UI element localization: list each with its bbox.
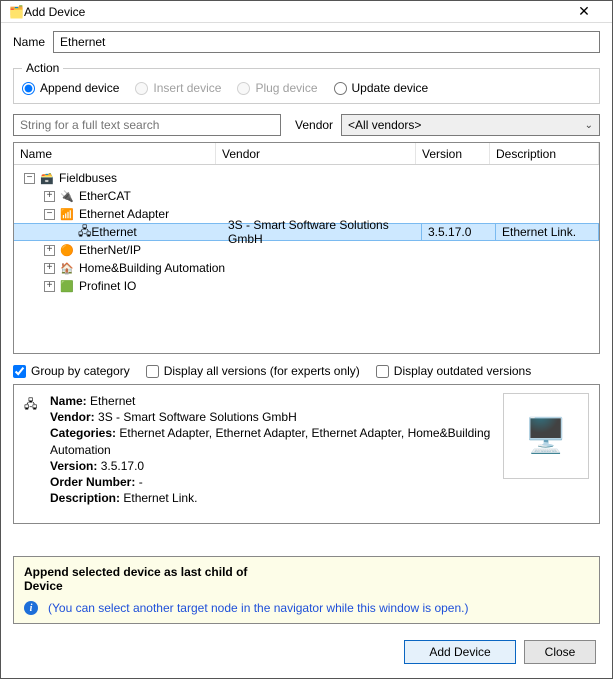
- details-panel: 🖧 Name: Ethernet Vendor: 3S - Smart Soft…: [13, 384, 600, 524]
- collapse-icon[interactable]: −: [24, 173, 35, 184]
- expand-icon[interactable]: +: [44, 245, 55, 256]
- folder-icon: 🗃️: [39, 171, 55, 185]
- col-version[interactable]: Version: [416, 143, 490, 164]
- expand-icon[interactable]: +: [44, 281, 55, 292]
- hint-line1: Append selected device as last child of: [24, 565, 589, 579]
- info-icon: i: [24, 601, 38, 615]
- device-tree: Name Vendor Version Description − 🗃️ Fie…: [13, 142, 600, 354]
- vendor-select[interactable]: <All vendors> ⌄: [341, 114, 600, 136]
- col-description[interactable]: Description: [490, 143, 599, 164]
- check-display-all-versions[interactable]: Display all versions (for experts only): [146, 364, 360, 378]
- tree-node-ethercat[interactable]: + 🔌 EtherCAT: [14, 187, 599, 205]
- ethernetip-icon: 🟠: [59, 243, 75, 257]
- search-input[interactable]: [13, 114, 281, 136]
- close-icon[interactable]: ✕: [564, 3, 604, 20]
- app-icon: 🗂️: [9, 5, 24, 19]
- vendor-label: Vendor: [295, 118, 333, 132]
- hint-line2: Device: [24, 579, 589, 593]
- check-group-by-category[interactable]: Group by category: [13, 364, 130, 378]
- device-image: 🖥️: [503, 393, 589, 479]
- tree-node-fieldbuses[interactable]: − 🗃️ Fieldbuses: [14, 169, 599, 187]
- ethercat-icon: 🔌: [59, 189, 75, 203]
- selected-version: 3.5.17.0: [422, 223, 496, 241]
- window-title: Add Device: [24, 5, 564, 19]
- tree-node-home-building[interactable]: + 🏠 Home&Building Automation: [14, 259, 599, 277]
- title-bar: 🗂️ Add Device ✕: [1, 1, 612, 23]
- home-icon: 🏠: [59, 261, 75, 275]
- selected-description: Ethernet Link.: [496, 223, 599, 241]
- device-icon: 🖧: [78, 222, 91, 243]
- expand-icon[interactable]: +: [44, 191, 55, 202]
- chevron-down-icon: ⌄: [585, 120, 593, 131]
- close-button[interactable]: Close: [524, 640, 596, 664]
- name-label: Name: [13, 35, 45, 49]
- selected-vendor: 3S - Smart Software Solutions GmbH: [222, 223, 422, 241]
- radio-insert-device: Insert device: [135, 81, 221, 95]
- add-device-button[interactable]: Add Device: [404, 640, 516, 664]
- hint-info-text: (You can select another target node in t…: [48, 601, 468, 615]
- col-vendor[interactable]: Vendor: [216, 143, 416, 164]
- profinet-icon: 🟩: [59, 279, 75, 293]
- action-legend: Action: [22, 61, 63, 75]
- radio-plug-device: Plug device: [237, 81, 317, 95]
- expand-icon[interactable]: +: [44, 263, 55, 274]
- adapter-icon: 📶: [59, 207, 75, 221]
- name-input[interactable]: [53, 31, 600, 53]
- details-device-icon: 🖧: [24, 393, 42, 515]
- collapse-icon[interactable]: −: [44, 209, 55, 220]
- tree-node-profinet[interactable]: + 🟩 Profinet IO: [14, 277, 599, 295]
- col-name[interactable]: Name: [14, 143, 216, 164]
- tree-node-ethernet-selected[interactable]: 🖧 Ethernet 3S - Smart Software Solutions…: [14, 223, 599, 241]
- tree-header: Name Vendor Version Description: [14, 143, 599, 165]
- radio-append-device[interactable]: Append device: [22, 81, 119, 95]
- action-group: Action Append device Insert device Plug …: [13, 61, 600, 104]
- details-text: Name: Ethernet Vendor: 3S - Smart Softwa…: [50, 393, 495, 515]
- add-device-dialog: 🗂️ Add Device ✕ Name Action Append devic…: [0, 0, 613, 679]
- check-display-outdated[interactable]: Display outdated versions: [376, 364, 531, 378]
- radio-update-device[interactable]: Update device: [334, 81, 429, 95]
- hint-panel: Append selected device as last child of …: [13, 556, 600, 624]
